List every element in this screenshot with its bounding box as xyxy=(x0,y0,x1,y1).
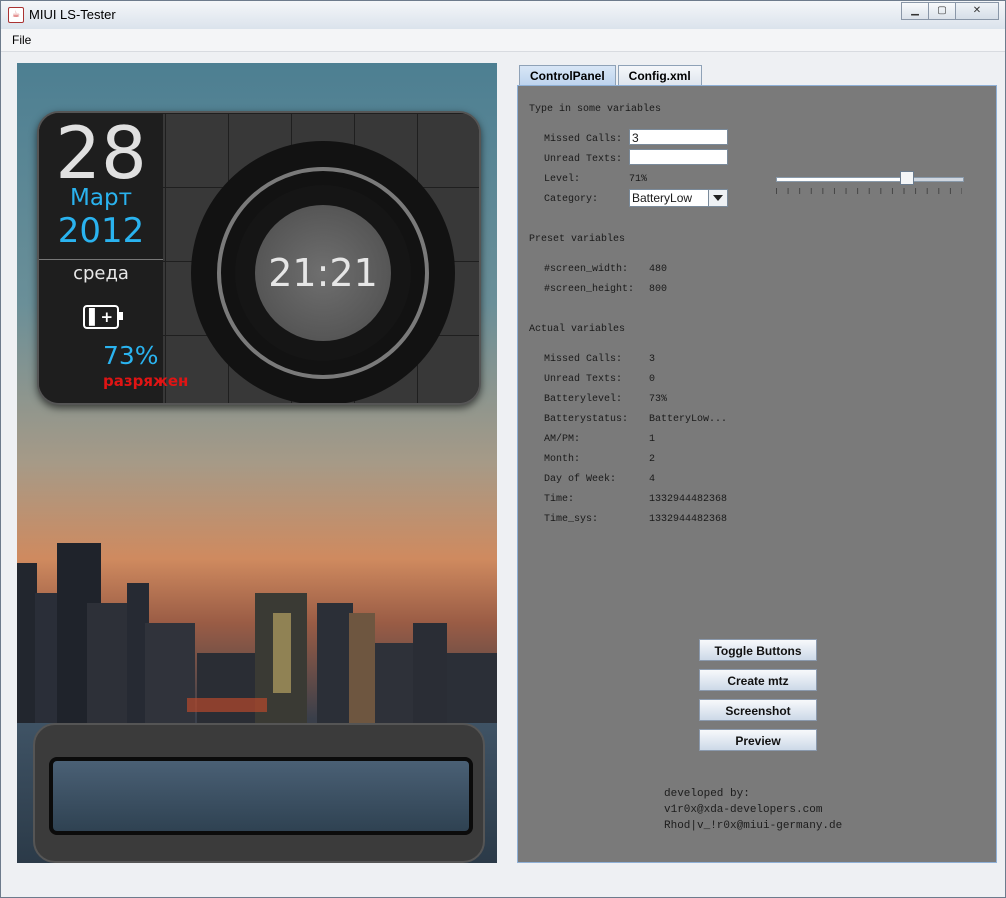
category-label: Category: xyxy=(544,194,599,205)
window-title: MIUI LS-Tester xyxy=(29,7,116,22)
credits-line: Rhod|v_!r0x@miui-germany.de xyxy=(664,820,843,832)
date-day: 28 xyxy=(55,111,147,195)
level-value: 71% xyxy=(629,174,648,185)
create-mtz-button[interactable]: Create mtz xyxy=(699,669,817,691)
menu-file[interactable]: File xyxy=(12,33,31,47)
actual-var-label: AM/PM: xyxy=(544,434,581,445)
level-label: Level: xyxy=(544,174,581,185)
close-button[interactable]: ✕ xyxy=(955,2,999,20)
missed-calls-input[interactable]: 3 xyxy=(629,129,728,145)
screen-width-label: #screen_width: xyxy=(544,264,629,275)
actual-var-value: 3 xyxy=(649,354,656,365)
actual-var-value: 4 xyxy=(649,474,656,485)
screenshot-button[interactable]: Screenshot xyxy=(699,699,817,721)
slider-ticks xyxy=(776,188,962,194)
battery-status: разряжен xyxy=(103,372,189,390)
section-type-in: Type in some variables xyxy=(529,104,662,115)
actual-var-value: 1332944482368 xyxy=(649,514,728,525)
lockscreen-preview: 28 Март 2012 среда ▌+ 73% разряжен 21:21 xyxy=(17,63,497,863)
actual-var-label: Month: xyxy=(544,454,581,465)
city-skyline-image xyxy=(17,543,497,733)
actual-var-value: 1332944482368 xyxy=(649,494,728,505)
unread-texts-label: Unread Texts: xyxy=(544,154,623,165)
actual-var-value: 2 xyxy=(649,454,656,465)
preview-button[interactable]: Preview xyxy=(699,729,817,751)
date-divider xyxy=(39,259,163,260)
slider-track-fill xyxy=(776,177,908,182)
unlock-slider-area[interactable] xyxy=(49,757,473,835)
battery-icon: ▌+ xyxy=(83,305,123,329)
credits: developed by: v1r0x@xda-developers.com R… xyxy=(664,786,842,834)
unread-texts-input[interactable] xyxy=(629,149,728,165)
category-select[interactable]: BatteryLow xyxy=(629,189,728,207)
clock-time: 21:21 xyxy=(268,251,378,295)
tab-config-xml[interactable]: Config.xml xyxy=(617,65,702,86)
credits-line: v1r0x@xda-developers.com xyxy=(664,804,823,816)
actual-var-label: Day of Week: xyxy=(544,474,617,485)
date-column: 28 Март 2012 среда ▌+ 73% разряжен xyxy=(39,111,188,403)
battery-percent: 73% xyxy=(103,341,159,370)
menu-bar: File xyxy=(1,29,1005,52)
missed-calls-label: Missed Calls: xyxy=(544,134,623,145)
screen-height-label: #screen_height: xyxy=(544,284,635,295)
date-weekday: среда xyxy=(73,263,129,284)
maximize-button[interactable]: ▢ xyxy=(928,2,956,20)
date-year: 2012 xyxy=(57,211,145,251)
battery-level-slider[interactable] xyxy=(776,171,964,198)
slider-thumb[interactable] xyxy=(900,171,914,185)
date-month: Март xyxy=(70,185,132,211)
category-selected-value: BatteryLow xyxy=(632,191,693,205)
title-bar[interactable]: ☕ MIUI LS-Tester ▁ ▢ ✕ xyxy=(1,1,1005,29)
actual-var-label: Time_sys: xyxy=(544,514,599,525)
unlock-dock xyxy=(33,723,485,863)
actual-var-value: BatteryLow... xyxy=(649,414,728,425)
section-actual: Actual variables xyxy=(529,324,626,335)
actual-var-value: 1 xyxy=(649,434,656,445)
actual-var-label: Batterylevel: xyxy=(544,394,623,405)
screen-height-value: 800 xyxy=(649,284,668,295)
app-window: ☕ MIUI LS-Tester ▁ ▢ ✕ File 28 Март 2012… xyxy=(0,0,1006,898)
credits-line: developed by: xyxy=(664,788,750,800)
window-controls: ▁ ▢ ✕ xyxy=(901,2,999,20)
actual-var-label: Time: xyxy=(544,494,575,505)
chevron-down-icon[interactable] xyxy=(708,190,727,206)
control-panel: Type in some variables Missed Calls: 3 U… xyxy=(517,85,997,863)
screen-width-value: 480 xyxy=(649,264,668,275)
tab-controlpanel[interactable]: ControlPanel xyxy=(519,65,616,86)
actual-var-value: 0 xyxy=(649,374,656,385)
tab-bar: ControlPanel Config.xml xyxy=(519,65,704,86)
section-preset: Preset variables xyxy=(529,234,626,245)
actual-var-label: Missed Calls: xyxy=(544,354,623,365)
java-app-icon: ☕ xyxy=(8,7,24,23)
actual-var-label: Batterystatus: xyxy=(544,414,629,425)
toggle-buttons-button[interactable]: Toggle Buttons xyxy=(699,639,817,661)
minimize-button[interactable]: ▁ xyxy=(901,2,929,20)
date-clock-widget: 28 Март 2012 среда ▌+ 73% разряжен 21:21 xyxy=(37,111,481,405)
actual-var-label: Unread Texts: xyxy=(544,374,623,385)
actual-var-value: 73% xyxy=(649,394,668,405)
